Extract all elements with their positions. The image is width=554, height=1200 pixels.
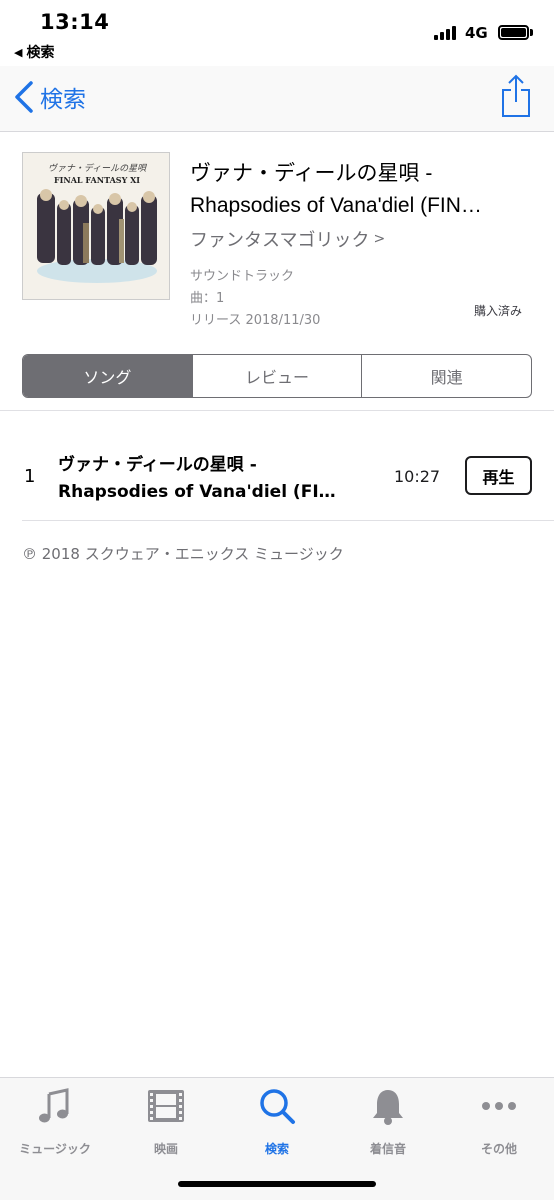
track-title-line2: Rhapsodies of Vana'diel (FI… xyxy=(58,482,336,502)
more-icon xyxy=(482,1102,516,1110)
signal-icon xyxy=(434,26,456,40)
track-number: 1 xyxy=(24,466,36,487)
album-title: ヴァナ・ディールの星唄 - Rhapsodies of Vana'diel (F… xyxy=(190,158,540,222)
play-button[interactable]: 再生 xyxy=(465,456,532,495)
tab-more-label: その他 xyxy=(480,1142,517,1156)
artist-name: ファンタスマゴリック xyxy=(190,230,370,251)
back-to-app-link[interactable]: ◀ 検索 xyxy=(14,42,54,62)
segment-related[interactable]: 関連 xyxy=(361,355,531,397)
tab-ringtones-label: 着信音 xyxy=(369,1142,406,1156)
album-header: ヴァナ・ディールの星唄 FINAL FANTASY XI ヴァナ・ディールの星唄… xyxy=(0,132,554,342)
artist-link[interactable]: ファンタスマゴリック > xyxy=(190,226,385,252)
album-meta: サウンドトラック 曲：1 リリース 2018/11/30 xyxy=(190,266,320,332)
search-icon xyxy=(260,1089,295,1124)
tab-movies-label: 映画 xyxy=(153,1142,178,1156)
album-title-line1: ヴァナ・ディールの星唄 - xyxy=(190,162,433,185)
segment-reviews[interactable]: レビュー xyxy=(191,355,362,397)
tab-search[interactable]: 検索 xyxy=(222,1086,332,1156)
segmented-control: ソング レビュー 関連 xyxy=(22,354,532,398)
back-to-app-label: 検索 xyxy=(26,45,55,61)
nav-back-button[interactable]: 検索 xyxy=(12,80,86,114)
album-release-date: リリース 2018/11/30 xyxy=(190,313,321,328)
album-title-line2: Rhapsodies of Vana'diel (FIN… xyxy=(190,194,482,217)
nav-back-label: 検索 xyxy=(40,87,86,113)
film-icon xyxy=(148,1090,184,1122)
tab-more[interactable]: その他 xyxy=(444,1086,554,1156)
chevron-left-icon xyxy=(15,81,33,113)
artwork-logo: FINAL FANTASY XI xyxy=(53,175,141,185)
artwork-jp-title: ヴァナ・ディールの星唄 xyxy=(47,164,147,174)
album-artwork: ヴァナ・ディールの星唄 FINAL FANTASY XI xyxy=(22,152,170,300)
status-bar: 13:14 ◀ 検索 4G xyxy=(0,0,554,66)
back-triangle-icon: ◀ xyxy=(14,45,23,59)
track-duration: 10:27 xyxy=(394,467,441,486)
network-type: 4G xyxy=(465,24,488,42)
battery-tip xyxy=(530,29,533,36)
section-divider xyxy=(0,410,554,411)
track-row[interactable]: 1 ヴァナ・ディールの星唄 - Rhapsodies of Vana'diel … xyxy=(0,440,554,520)
bell-icon xyxy=(373,1090,403,1125)
purchased-badge: 購入済み xyxy=(474,304,523,318)
tab-search-label: 検索 xyxy=(264,1142,289,1156)
copyright-notice: ℗ 2018 スクウェア・エニックス ミュージック xyxy=(22,545,344,563)
album-genre: サウンドトラック xyxy=(190,269,295,284)
music-note-icon xyxy=(39,1088,69,1123)
navigation-bar: 検索 xyxy=(0,66,554,132)
tab-music-label: ミュージック xyxy=(19,1142,91,1156)
chevron-right-icon: > xyxy=(373,231,386,247)
share-icon[interactable] xyxy=(500,74,532,118)
album-track-count: 曲：1 xyxy=(190,291,225,306)
tab-ringtones[interactable]: 着信音 xyxy=(333,1086,443,1156)
segment-songs[interactable]: ソング xyxy=(23,355,192,397)
battery-icon xyxy=(498,25,529,40)
tab-movies[interactable]: 映画 xyxy=(111,1086,221,1156)
track-title-line1: ヴァナ・ディールの星唄 - xyxy=(58,455,257,475)
status-time: 13:14 xyxy=(40,10,110,34)
tab-music[interactable]: ミュージック xyxy=(0,1086,110,1156)
track-divider xyxy=(22,520,554,521)
home-indicator[interactable] xyxy=(178,1181,376,1187)
track-title: ヴァナ・ディールの星唄 - Rhapsodies of Vana'diel (F… xyxy=(58,452,358,506)
